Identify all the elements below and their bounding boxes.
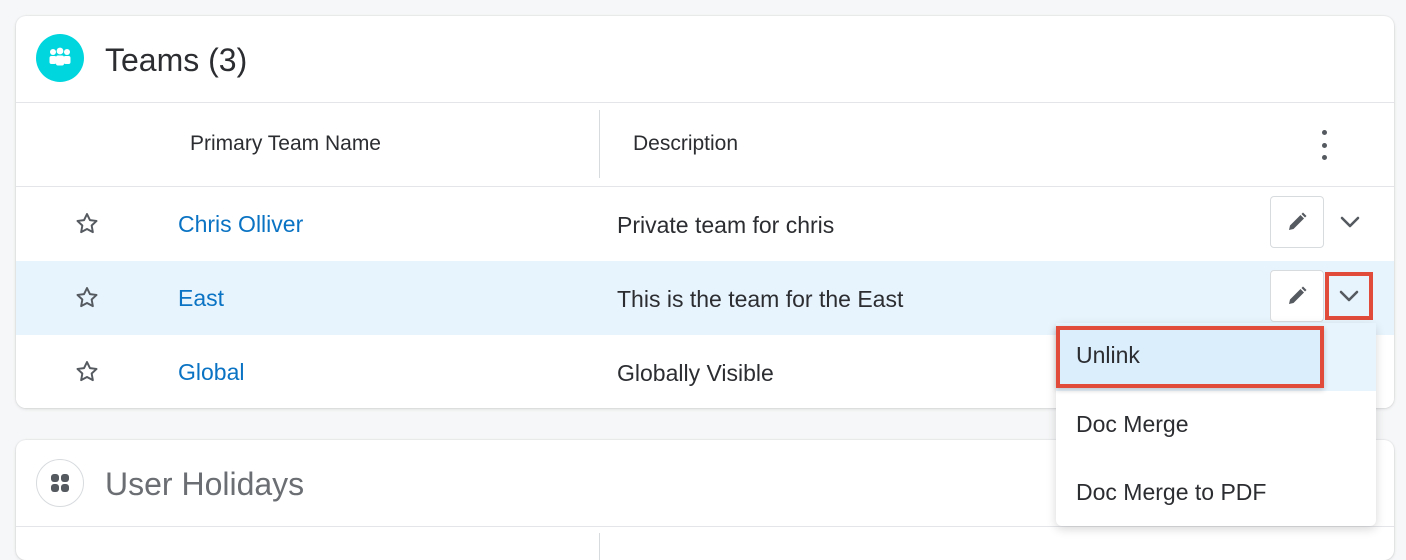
- teams-icon: [36, 34, 84, 82]
- teams-panel-header: Teams (3): [16, 16, 1394, 103]
- team-name-link[interactable]: East: [178, 285, 224, 312]
- column-divider[interactable]: [599, 533, 600, 560]
- grid-icon: [36, 459, 84, 507]
- star-icon[interactable]: [74, 359, 100, 385]
- edit-button[interactable]: [1270, 270, 1324, 322]
- team-description: Globally Visible: [617, 360, 774, 386]
- team-name-link[interactable]: Chris Olliver: [178, 211, 303, 238]
- star-icon[interactable]: [74, 211, 100, 237]
- menu-item-label: Unlink: [1076, 342, 1140, 368]
- menu-item-unlink[interactable]: Unlink: [1056, 323, 1376, 391]
- menu-item-label: Doc Merge: [1076, 411, 1189, 437]
- user-holidays-title: User Holidays: [105, 466, 305, 502]
- row-actions-dropdown-button[interactable]: [1331, 203, 1369, 241]
- menu-item-doc-merge-to-pdf[interactable]: Doc Merge to PDF: [1056, 459, 1376, 527]
- chevron-down-icon: [1340, 216, 1360, 228]
- teams-column-header: Primary Team Name Description: [16, 102, 1394, 187]
- kebab-menu-icon[interactable]: [1312, 130, 1336, 160]
- edit-button[interactable]: [1270, 196, 1324, 248]
- row-actions-dropdown-menu: Unlink Doc Merge Doc Merge to PDF: [1056, 323, 1376, 526]
- pencil-icon: [1289, 286, 1307, 304]
- team-description: Private team for chris: [617, 212, 835, 238]
- menu-item-label: Doc Merge to PDF: [1076, 479, 1267, 505]
- star-icon[interactable]: [74, 285, 100, 311]
- column-primary-team-name[interactable]: Primary Team Name: [190, 132, 381, 156]
- chevron-down-icon: [1339, 290, 1359, 302]
- holidays-column-header: [16, 526, 1394, 560]
- table-row: Chris Olliver Private team for chris: [16, 187, 1394, 262]
- pencil-icon: [1289, 212, 1307, 230]
- team-description: This is the team for the East: [617, 286, 904, 312]
- column-divider[interactable]: [599, 110, 600, 178]
- row-actions-dropdown-button[interactable]: [1325, 272, 1373, 320]
- menu-item-doc-merge[interactable]: Doc Merge: [1056, 391, 1376, 459]
- column-description[interactable]: Description: [633, 132, 738, 156]
- teams-title: Teams (3): [105, 42, 248, 78]
- team-name-link[interactable]: Global: [178, 359, 244, 386]
